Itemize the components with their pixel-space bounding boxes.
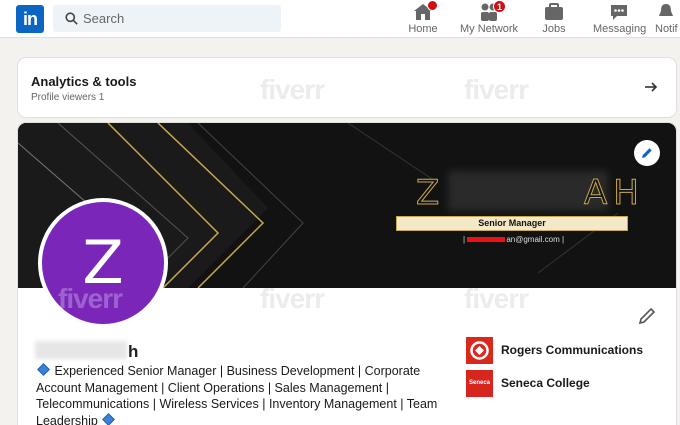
briefcase-icon — [545, 3, 563, 20]
bell-icon — [659, 4, 673, 16]
nav-jobs[interactable]: Jobs — [539, 2, 569, 38]
profile-viewers: Profile viewers 1 — [31, 92, 105, 103]
profile-card: Z AH Senior Manager | an@gmail.com | Z f… — [18, 123, 676, 425]
analytics-title: Analytics & tools — [31, 74, 137, 89]
org-name: Rogers Communications — [501, 343, 644, 357]
network-badge: 1 — [493, 0, 506, 13]
message-icon — [611, 5, 627, 20]
nav-messaging-label: Messaging — [593, 23, 647, 35]
top-nav: in Home 1 My Network — [0, 0, 680, 38]
search-box[interactable] — [53, 5, 281, 32]
name-redaction — [35, 341, 127, 359]
pencil-icon — [642, 148, 652, 158]
nav-home[interactable]: Home — [405, 0, 441, 38]
profile-name: h — [128, 342, 139, 361]
nav-notifications-label: Notif — [655, 23, 678, 35]
edit-pencil-icon[interactable] — [638, 307, 656, 325]
analytics-card[interactable]: Analytics & tools Profile viewers 1 five… — [18, 58, 676, 117]
seneca-logo-icon: Seneca — [466, 370, 493, 397]
banner-email: | an@gmail.com | — [463, 235, 565, 244]
nav-my-network-label: My Network — [460, 23, 519, 35]
home-badge — [427, 0, 438, 11]
nav-notifications[interactable]: Notif — [655, 2, 680, 38]
nav-home-label: Home — [408, 23, 438, 35]
banner-name-end: AH — [584, 173, 645, 214]
rogers-logo-icon — [466, 337, 493, 364]
watermark: fiverr — [260, 283, 325, 314]
banner-name-start: Z — [415, 173, 446, 214]
diamond-icon — [102, 412, 116, 425]
nav-my-network[interactable]: 1 My Network — [460, 0, 519, 38]
edit-banner-button[interactable] — [634, 140, 660, 166]
linkedin-logo[interactable]: in — [16, 5, 44, 33]
banner-email-suffix: an@gmail.com — [506, 235, 560, 244]
headline-text: Experienced Senior Manager | Business De… — [36, 364, 438, 425]
watermark: fiverr — [260, 74, 325, 105]
watermark: fiverr — [464, 283, 529, 314]
nav-messaging[interactable]: Messaging — [593, 2, 647, 38]
nav-jobs-label: Jobs — [542, 23, 566, 35]
watermark: fiverr — [464, 74, 529, 105]
diamond-icon — [37, 363, 50, 376]
search-input[interactable] — [83, 5, 273, 32]
org-name: Seneca College — [501, 376, 590, 390]
arrow-right-icon[interactable] — [644, 80, 658, 94]
watermark: fiverr — [58, 283, 123, 314]
search-icon — [65, 12, 78, 25]
banner-title: Senior Manager — [396, 216, 628, 231]
profile-headline: Experienced Senior Manager | Business De… — [36, 363, 446, 425]
